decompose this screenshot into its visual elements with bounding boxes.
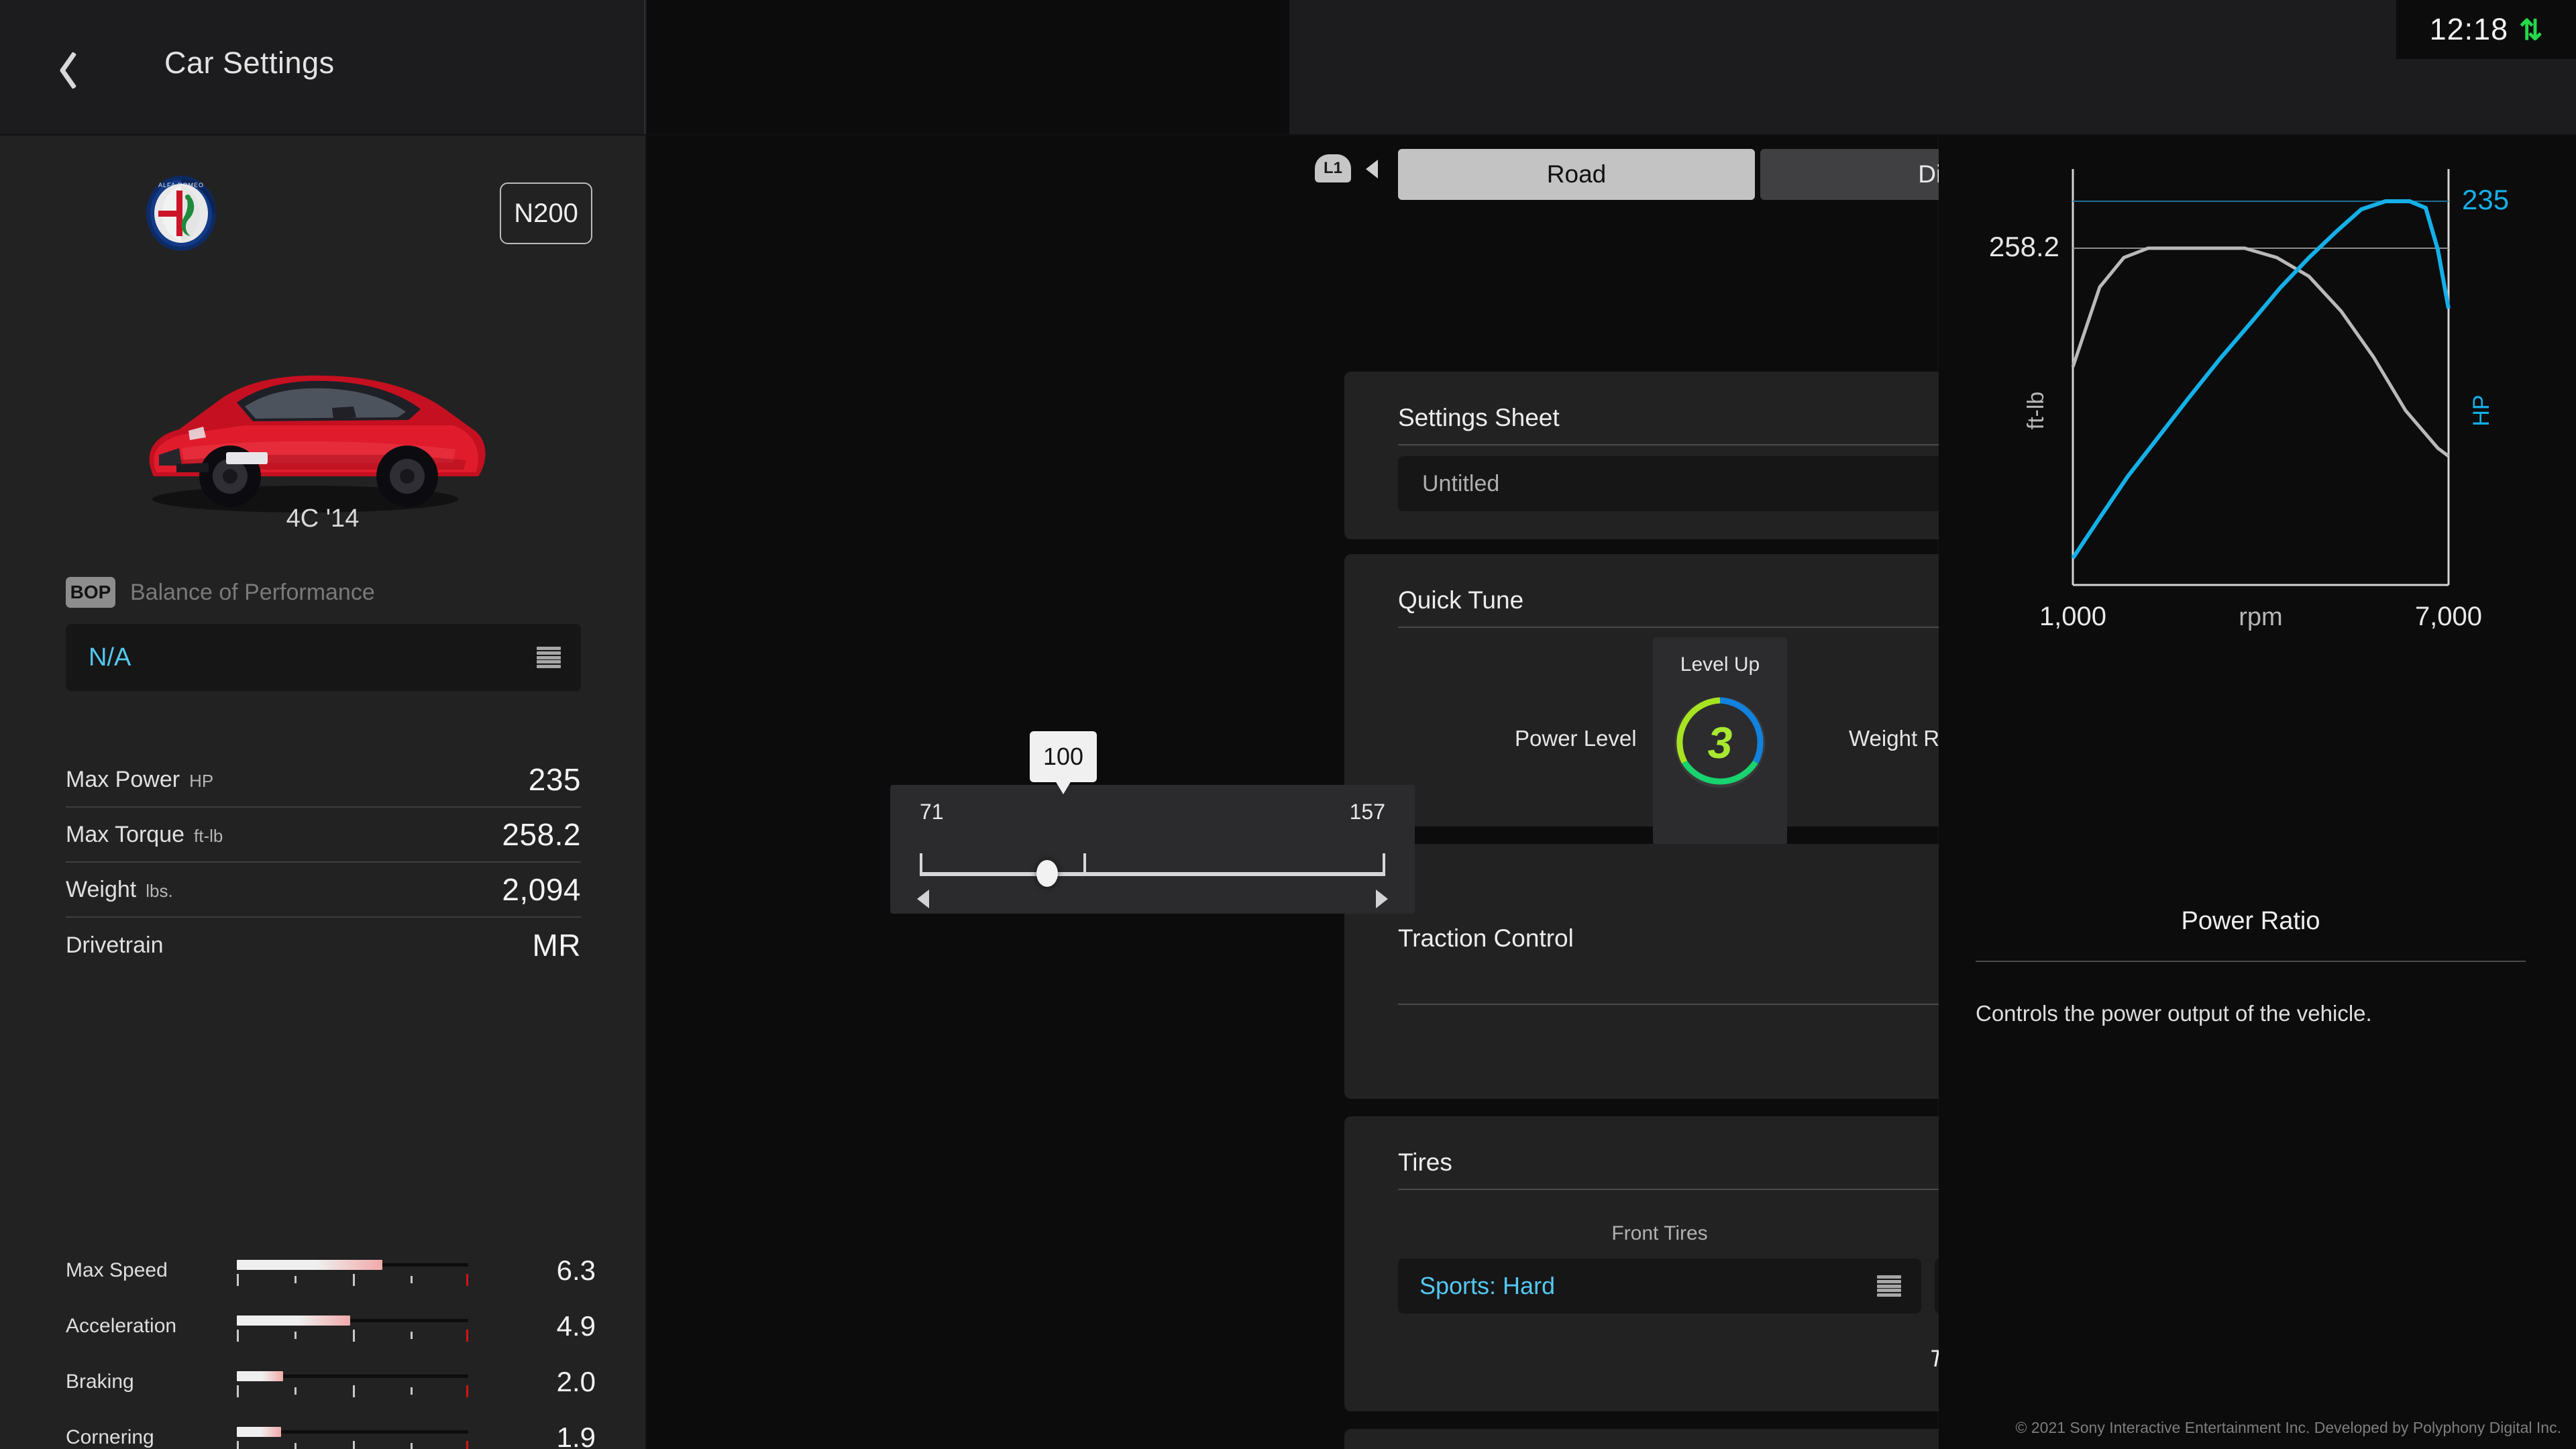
- slider-max-label: 157: [1349, 800, 1385, 824]
- perf-meter: [237, 1255, 468, 1286]
- spec-label: Max Power: [66, 766, 180, 792]
- car-info-sidebar: ALFA ROMEO N200 4C '14 BOP Balance of Pe…: [0, 136, 645, 1449]
- slider-value-bubble: 100: [1030, 731, 1097, 794]
- divider: [1976, 961, 2526, 962]
- car-image: [117, 350, 493, 525]
- perf-label: Braking: [66, 1370, 134, 1393]
- top-bar: Car Settings N200 4C '14: [0, 0, 2576, 134]
- front-tires-value: Sports: Hard: [1419, 1272, 1556, 1299]
- table-row: Max Power HP 235: [66, 753, 581, 808]
- svg-text:ft-lb: ft-lb: [2023, 392, 2049, 430]
- alfa-romeo-logo: ALFA ROMEO: [142, 174, 220, 252]
- description-title: Power Ratio: [2181, 907, 2320, 935]
- bop-badge: BOP: [66, 577, 115, 608]
- perf-meter: [237, 1422, 468, 1449]
- copyright-notice: © 2021 Sony Interactive Entertainment In…: [2015, 1419, 2561, 1436]
- clock-time: 12:18: [2429, 12, 2509, 46]
- perf-value: 4.9: [556, 1309, 596, 1342]
- list-icon: [1877, 1275, 1901, 1297]
- car-specs-table: Max Power HP 235 Max Torque ft-lb 258.2 We…: [66, 753, 581, 973]
- traction-control-title: Traction Control: [1398, 924, 1574, 952]
- slider-knob[interactable]: [1036, 860, 1058, 887]
- info-right-panel: 258.2 235 ft-lb HP 1,000 rpm 7,000 Power…: [1939, 136, 2576, 1449]
- triangle-left-icon[interactable]: [917, 890, 929, 908]
- network-status-icon: ⇅: [2519, 13, 2543, 46]
- settings-sheet-title: Settings Sheet: [1398, 404, 1560, 431]
- slider-min-label: 71: [920, 800, 944, 824]
- list-item: Max Speed 6.3: [66, 1242, 596, 1298]
- power-level-label: Power Level: [1515, 726, 1637, 751]
- value-slider-popup[interactable]: 71 157: [890, 785, 1415, 914]
- tires-title: Tires: [1398, 1148, 1452, 1176]
- slider-default-tick: [1083, 853, 1086, 876]
- balance-of-performance-header: BOP Balance of Performance: [66, 577, 375, 608]
- slider-max-tick: [1383, 853, 1385, 876]
- table-row: Weight lbs. 2,094: [66, 863, 581, 918]
- power-level-gauge-box[interactable]: Level Up 3: [1653, 637, 1787, 845]
- spec-unit: lbs.: [146, 880, 173, 901]
- sheet-name-value: Untitled: [1422, 470, 1500, 496]
- bop-label: Balance of Performance: [130, 579, 375, 605]
- list-item: Cornering 1.9: [66, 1409, 596, 1449]
- list-icon: [537, 647, 561, 668]
- chevron-left-icon: [58, 51, 78, 86]
- front-tires-selector[interactable]: Sports: Hard: [1398, 1258, 1921, 1313]
- spec-value: 258.2: [502, 817, 581, 852]
- tab-road[interactable]: Road: [1398, 149, 1755, 200]
- perf-value: 6.3: [556, 1254, 596, 1286]
- spec-label: Drivetrain: [66, 932, 164, 958]
- top-bar-left-section: Car Settings: [0, 0, 645, 134]
- top-bar-right-section: N200 4C '14 7,038,257: [1289, 0, 2576, 134]
- table-row: Drivetrain MR: [66, 918, 581, 973]
- spec-unit: HP: [189, 770, 214, 791]
- bop-value: N/A: [89, 643, 131, 672]
- svg-text:235: 235: [2462, 184, 2509, 215]
- table-row: Max Torque ft-lb 258.2: [66, 808, 581, 863]
- spec-label: Weight: [66, 876, 137, 902]
- car-model-label: 4C '14: [286, 504, 360, 533]
- back-button[interactable]: [42, 42, 95, 95]
- sidebar-class-badge: N200: [500, 182, 592, 244]
- spec-unit: ft-lb: [194, 825, 223, 846]
- performance-meters: Max Speed 6.3 Acceleration 4.9 Braking 2…: [66, 1242, 596, 1449]
- triangle-right-icon[interactable]: [1376, 890, 1388, 908]
- spec-value: 235: [528, 762, 581, 797]
- clock-widget: 12:18 ⇅: [2396, 0, 2576, 59]
- perf-label: Acceleration: [66, 1314, 177, 1337]
- spec-label: Max Torque: [66, 821, 185, 847]
- l1-bumper-hint: L1: [1315, 154, 1351, 182]
- spec-value: 2,094: [502, 872, 581, 907]
- perf-meter: [237, 1366, 468, 1397]
- page-title: Car Settings: [164, 46, 335, 80]
- top-bar-middle-spacer: [647, 0, 1289, 134]
- perf-value: 1.9: [556, 1421, 596, 1449]
- perf-label: Cornering: [66, 1426, 154, 1448]
- description-body: Controls the power output of the vehicle…: [1976, 1001, 2372, 1026]
- front-tires-label: Front Tires: [1611, 1222, 1708, 1244]
- power-level-value: 3: [1707, 718, 1733, 767]
- tab-bar: L1 Road Dirt Drift R1: [647, 136, 2555, 209]
- perf-meter: [237, 1311, 468, 1342]
- gt-car-settings-screen: Car Settings N200 4C '14: [0, 0, 2576, 1449]
- power-level-up-label: Level Up: [1680, 653, 1760, 676]
- perf-label: Max Speed: [66, 1258, 168, 1281]
- svg-text:HP: HP: [2469, 394, 2494, 426]
- spec-value: MR: [532, 928, 581, 963]
- bop-selector[interactable]: N/A: [66, 624, 581, 691]
- slider-track[interactable]: [920, 872, 1385, 876]
- svg-text:258.2: 258.2: [1989, 231, 2059, 262]
- triangle-left-icon[interactable]: [1366, 160, 1378, 178]
- slider-min-tick: [920, 853, 922, 876]
- list-item: Braking 2.0: [66, 1354, 596, 1409]
- svg-text:ALFA ROMEO: ALFA ROMEO: [158, 182, 204, 189]
- list-item: Acceleration 4.9: [66, 1298, 596, 1354]
- power-torque-chart: 258.2 235 ft-lb HP 1,000 rpm 7,000: [1979, 156, 2556, 692]
- svg-text:rpm: rpm: [2239, 603, 2282, 631]
- quick-tune-title: Quick Tune: [1398, 586, 1524, 614]
- svg-text:7,000: 7,000: [2415, 602, 2482, 631]
- svg-text:1,000: 1,000: [2039, 602, 2106, 631]
- perf-value: 2.0: [556, 1365, 596, 1397]
